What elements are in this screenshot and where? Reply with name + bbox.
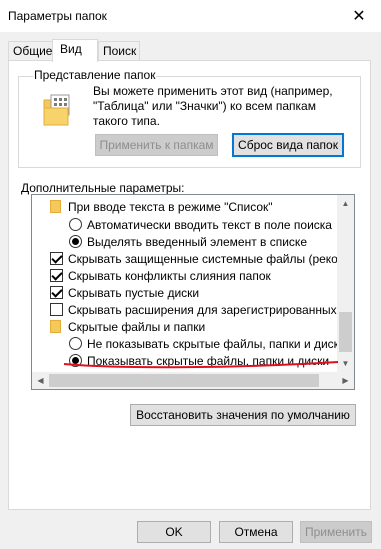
advanced-settings-label: Дополнительные параметры: <box>21 181 185 195</box>
horizontal-scroll-thumb[interactable] <box>49 374 319 387</box>
title-bar: Параметры папок ✕ <box>0 0 381 32</box>
folder-icon <box>50 200 61 213</box>
restore-defaults-button[interactable]: Восстановить значения по умолчанию <box>130 404 356 426</box>
tab-view[interactable]: Вид <box>52 39 98 62</box>
radio-select-typed-item[interactable]: Выделять введенный элемент в списке <box>69 233 307 250</box>
close-icon: ✕ <box>352 8 366 25</box>
apply-button[interactable]: Применить <box>300 521 372 543</box>
folder-view-legend: Представление папок <box>33 68 157 82</box>
checkbox-hide-protected-system-files[interactable]: Скрывать защищенные системные файлы (рек… <box>50 250 354 267</box>
reset-folders-button[interactable]: Сброс вида папок <box>232 133 344 157</box>
scroll-up-icon[interactable]: ▲ <box>337 195 354 212</box>
checkbox-checked-icon <box>50 269 63 282</box>
folder-view-icon <box>43 94 70 126</box>
tab-search[interactable]: Поиск <box>98 41 140 60</box>
cancel-button[interactable]: Отмена <box>219 521 293 543</box>
apply-to-folders-button[interactable]: Применить к папкам <box>95 134 218 156</box>
radio-icon <box>69 337 82 350</box>
window-title: Параметры папок <box>8 9 107 23</box>
checkbox-hide-empty-drives[interactable]: Скрывать пустые диски <box>50 284 199 301</box>
checkbox-checked-icon <box>50 252 63 265</box>
radio-selected-icon <box>69 235 82 248</box>
tab-general[interactable]: Общие <box>8 41 53 60</box>
vertical-scroll-thumb[interactable] <box>339 312 352 352</box>
scroll-right-icon[interactable]: ▶ <box>337 372 354 389</box>
checkbox-unchecked-icon <box>50 303 63 316</box>
folder-view-description: Вы можете применить этот вид (например, … <box>93 84 333 128</box>
tree-folder-list-typing: При вводе текста в режиме "Список" <box>50 198 273 215</box>
radio-icon <box>69 218 82 231</box>
tree-folder-hidden-files: Скрытые файлы и папки <box>50 318 205 335</box>
folder-icon <box>50 320 61 333</box>
checkbox-hide-extensions[interactable]: Скрывать расширения для зарегистрированн… <box>50 301 354 318</box>
radio-dont-show-hidden[interactable]: Не показывать скрытые файлы, папки и дис… <box>69 335 346 352</box>
red-underline-annotation <box>63 361 339 369</box>
close-button[interactable]: ✕ <box>337 0 381 32</box>
radio-auto-type-search[interactable]: Автоматически вводить текст в поле поиск… <box>69 216 332 233</box>
checkbox-checked-icon <box>50 286 63 299</box>
scroll-left-icon[interactable]: ◀ <box>32 372 49 389</box>
horizontal-scrollbar[interactable]: ◀ ▶ <box>32 372 354 389</box>
ok-button[interactable]: OK <box>137 521 211 543</box>
checkbox-hide-merge-conflicts[interactable]: Скрывать конфликты слияния папок <box>50 267 271 284</box>
vertical-scrollbar[interactable]: ▲ ▼ <box>337 195 354 372</box>
